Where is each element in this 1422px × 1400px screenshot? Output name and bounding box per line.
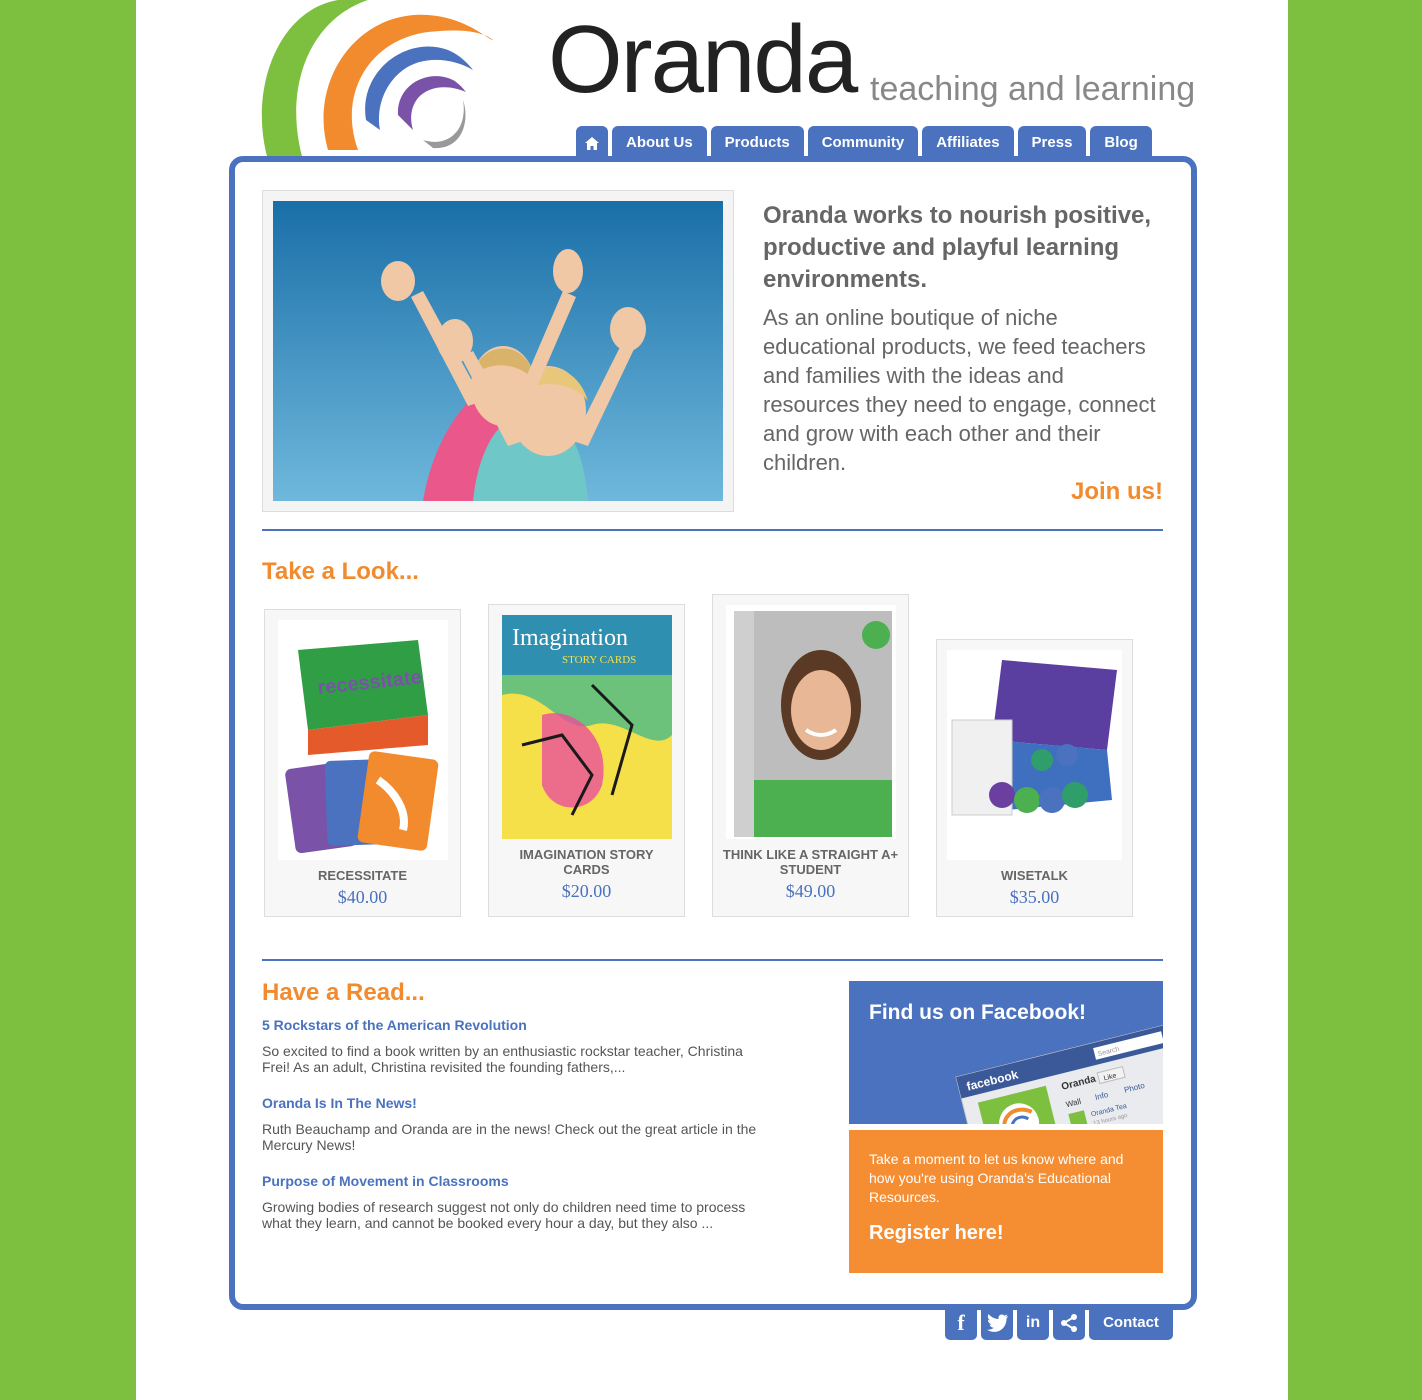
post-excerpt: Ruth Beauchamp and Oranda are in the new… xyxy=(262,1121,757,1153)
register-text: Take a moment to let us know where and h… xyxy=(869,1151,1124,1205)
product-name: THINK LIKE A STRAIGHT A+ STUDENT xyxy=(722,847,899,877)
have-a-read-title: Have a Read... xyxy=(262,979,425,1006)
svg-text:STORY CARDS: STORY CARDS xyxy=(562,654,636,666)
product-card[interactable]: Imagination STORY CARDS IMAGINATION STOR… xyxy=(488,604,685,917)
product-price: $40.00 xyxy=(337,887,388,907)
post-title-link[interactable]: Purpose of Movement in Classrooms xyxy=(262,1173,762,1189)
product-image: Imagination STORY CARDS xyxy=(501,615,672,839)
share-nodes-icon xyxy=(1061,1314,1077,1332)
brand-name: Oranda xyxy=(548,6,858,113)
product-price: $35.00 xyxy=(1009,887,1060,907)
blog-post: Purpose of Movement in Classrooms Growin… xyxy=(262,1173,762,1231)
twitter-bird-icon xyxy=(987,1314,1008,1332)
product-name: RECESSITATE xyxy=(317,868,408,883)
hero-image xyxy=(273,201,723,501)
product-card[interactable]: recessitate RECESSITATE $40.00 xyxy=(264,609,461,917)
divider xyxy=(262,529,1163,531)
divider xyxy=(262,959,1163,961)
linkedin-icon[interactable]: in xyxy=(1017,1306,1049,1340)
product-name: IMAGINATION STORY CARDS xyxy=(519,847,654,877)
product-price: $49.00 xyxy=(785,881,836,901)
nav-products[interactable]: Products xyxy=(710,126,804,160)
intro-headline: Oranda works to nourish positive, produc… xyxy=(763,202,1152,293)
product-card[interactable]: THINK LIKE A STRAIGHT A+ STUDENT $49.00 xyxy=(712,594,909,917)
logo-swirl-icon xyxy=(261,0,493,160)
hero-image-frame xyxy=(262,190,734,512)
contact-button[interactable]: Contact xyxy=(1089,1306,1173,1340)
blog-post: Oranda Is In The News! Ruth Beauchamp an… xyxy=(262,1095,762,1153)
nav-community[interactable]: Community xyxy=(807,126,919,160)
nav-about-us[interactable]: About Us xyxy=(612,126,707,160)
share-icon[interactable] xyxy=(1053,1306,1085,1340)
footer-social-bar: f in Contact xyxy=(945,1306,1173,1340)
product-image xyxy=(947,650,1122,860)
product-name: WISETALK xyxy=(1001,868,1068,883)
product-price: $20.00 xyxy=(561,881,612,901)
nav-press[interactable]: Press xyxy=(1017,126,1087,160)
facebook-page-screenshot: facebook Search Oranda Like Wall Info Ph… xyxy=(955,1020,1163,1124)
post-title-link[interactable]: 5 Rockstars of the American Revolution xyxy=(262,1017,762,1033)
product-image xyxy=(725,605,896,839)
product-image: recessitate xyxy=(277,620,448,860)
nav-affiliates[interactable]: Affiliates xyxy=(922,126,1014,160)
join-us-link[interactable]: Join us! xyxy=(1071,478,1163,506)
twitter-icon[interactable] xyxy=(981,1306,1013,1340)
blog-post: 5 Rockstars of the American Revolution S… xyxy=(262,1017,762,1075)
brand-logo[interactable]: Oranda xyxy=(548,6,858,113)
post-excerpt: Growing bodies of research suggest not o… xyxy=(262,1199,746,1231)
nav-home[interactable] xyxy=(576,126,608,160)
main-nav: About Us Products Community Affiliates P… xyxy=(576,126,1152,160)
home-icon xyxy=(585,136,599,150)
post-excerpt: So excited to find a book written by an … xyxy=(262,1043,743,1075)
svg-text:Imagination: Imagination xyxy=(512,625,628,651)
nav-blog[interactable]: Blog xyxy=(1090,126,1152,160)
facebook-icon[interactable]: f xyxy=(945,1306,977,1340)
facebook-panel[interactable]: Find us on Facebook! facebook Search Ora… xyxy=(849,981,1163,1124)
take-a-look-title: Take a Look... xyxy=(262,558,419,585)
register-link[interactable]: Register here! xyxy=(869,1222,1004,1245)
brand-tagline: teaching and learning xyxy=(870,70,1196,108)
intro-body: As an online boutique of niche education… xyxy=(763,305,1156,475)
post-title-link[interactable]: Oranda Is In The News! xyxy=(262,1095,762,1111)
product-card[interactable]: WISETALK $35.00 xyxy=(936,639,1133,917)
register-panel: Take a moment to let us know where and h… xyxy=(849,1130,1163,1273)
